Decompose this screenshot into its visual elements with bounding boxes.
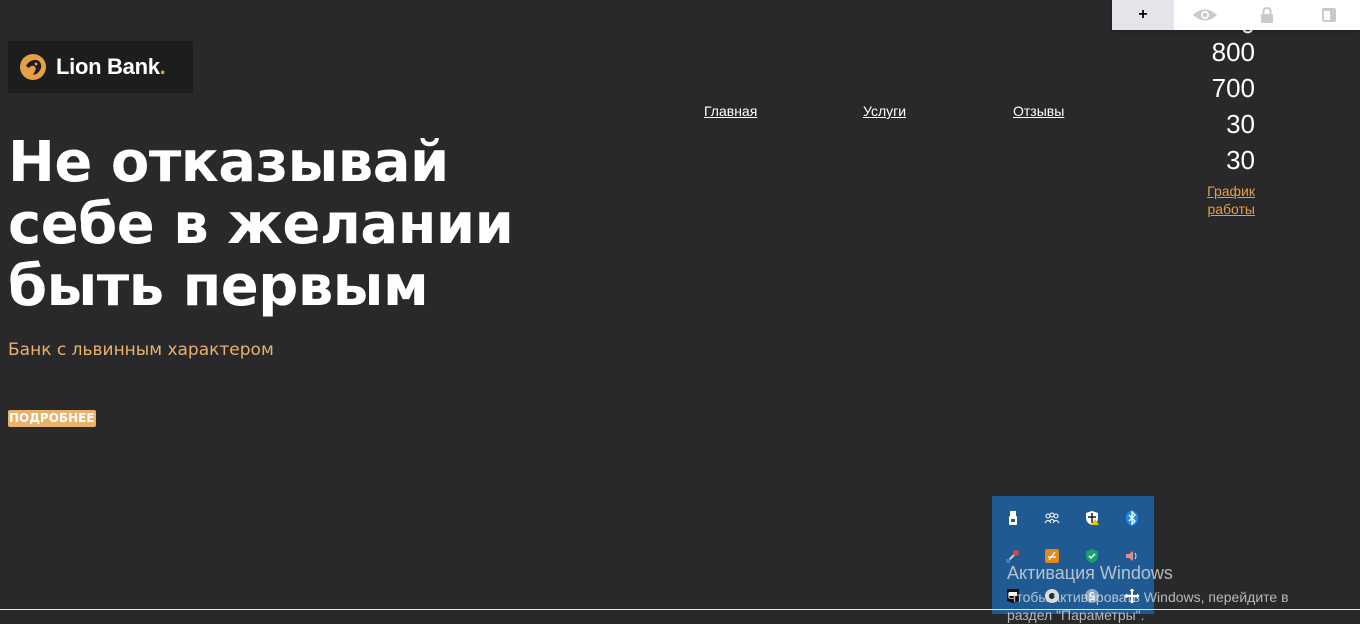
more-button[interactable]: ПОДРОБНЕЕ [8, 410, 96, 427]
hero-title: Не отказывай себе в желании быть первым [8, 132, 528, 318]
bottom-divider [0, 609, 1360, 610]
network-people-icon[interactable] [1044, 510, 1060, 526]
stats-panel: 0 800 700 30 30 Графикработы [1175, 24, 1255, 218]
stat-value: 800 [1211, 37, 1255, 67]
lock-icon[interactable] [1236, 0, 1298, 30]
eye-icon[interactable] [1174, 0, 1236, 30]
hero-subtitle: Банк с львинным характером [8, 340, 274, 360]
hero-title-line: Не отказывай [8, 130, 449, 195]
add-button[interactable]: + [1112, 0, 1174, 30]
stat-value: 30 [1226, 109, 1255, 139]
logo-dot: . [159, 54, 166, 79]
usb-icon[interactable] [1005, 510, 1021, 526]
schedule-link-line2: работы [1207, 201, 1255, 217]
logo[interactable]: Lion Bank. [8, 41, 193, 93]
logo-text: Lion Bank. [56, 54, 166, 79]
activation-title: Активация Windows [1007, 563, 1173, 583]
bluetooth-icon[interactable] [1124, 510, 1140, 526]
hero-title-line: быть первым [8, 254, 429, 319]
stat-value: 700 [1211, 73, 1255, 103]
nav-home-link[interactable]: Главная [704, 103, 757, 119]
nav-services-link[interactable]: Услуги [863, 103, 906, 119]
defender-warning-icon[interactable] [1084, 510, 1100, 526]
lion-logo-icon [20, 54, 46, 80]
extension-toolbar: + [1112, 0, 1360, 30]
hero-title-line: себе в желании [8, 192, 514, 257]
windows-activation-watermark: Активация Windows Чтобы активировать Win… [1007, 562, 1289, 624]
nav-reviews-link[interactable]: Отзывы [1013, 103, 1064, 119]
stat-value: 30 [1226, 145, 1255, 175]
activation-text: Чтобы активировать Windows, перейдите в [1007, 589, 1289, 605]
window-icon[interactable] [1298, 0, 1360, 30]
schedule-link-line1: График [1207, 183, 1255, 199]
schedule-link[interactable]: График работы [1175, 182, 1255, 218]
